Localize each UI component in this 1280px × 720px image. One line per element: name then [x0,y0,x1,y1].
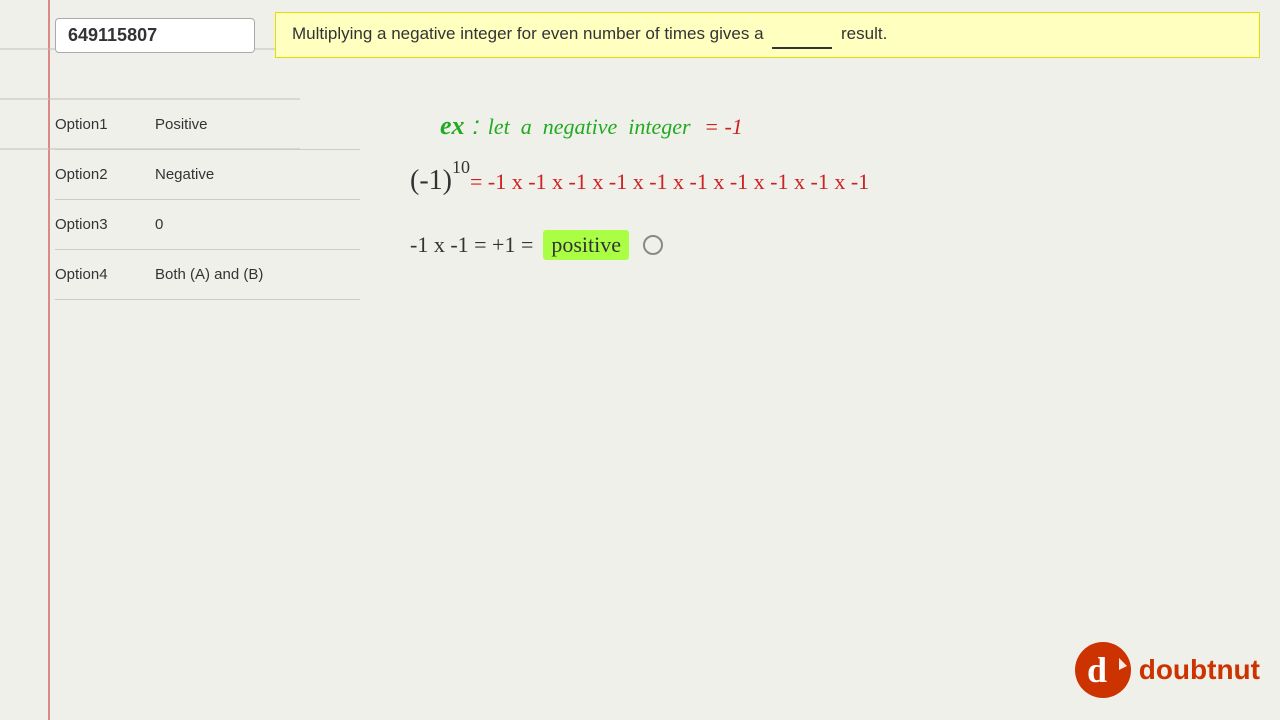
doubtnut-logo: d doubtnut [1073,640,1260,700]
colon: : [473,110,480,141]
option2-value: Negative [155,166,214,183]
doubtnut-brand-text: doubtnut [1139,654,1260,686]
line3-equation: -1 x -1 = +1 = [410,232,533,258]
option2-label: Option2 [55,166,135,183]
result-positive: positive [543,230,629,260]
question-suffix: result. [841,24,887,43]
option-row-1: Option1 Positive [55,100,360,150]
exponent-value: 10 [452,157,470,178]
doubtnut-icon: d [1073,640,1133,700]
ex-label: ex [440,111,465,141]
svg-text:d: d [1087,650,1107,690]
options-panel: Option1 Positive Option2 Negative Option… [0,80,360,720]
line1-let: let a negative integer [488,114,691,140]
option-row-4: Option4 Both (A) and (B) [55,250,360,300]
line1-equals: = -1 [699,114,743,140]
option-row-3: Option3 0 [55,200,360,250]
main-container: 649115807 Multiplying a negative integer… [0,0,1280,720]
expansion-text: = -1 x -1 x -1 x -1 x -1 x -1 x -1 x -1 … [470,169,869,195]
option4-label: Option4 [55,266,135,283]
option4-value: Both (A) and (B) [155,266,263,283]
cursor-circle [643,235,663,255]
question-text-content: Multiplying a negative integer for even … [292,24,764,43]
option1-value: Positive [155,116,208,133]
question-blank [772,21,832,49]
question-id: 649115807 [55,18,255,53]
option1-label: Option1 [55,116,135,133]
top-bar: 649115807 Multiplying a negative integer… [0,0,1280,70]
option3-value: 0 [155,216,163,233]
math-line-1: ex : let a negative integer = -1 [440,110,743,141]
content-area: Option1 Positive Option2 Negative Option… [0,70,1280,720]
option3-label: Option3 [55,216,135,233]
math-content: ex : let a negative integer = -1 (-1) 10… [380,90,1260,710]
power-expression: (-1) 10 [410,165,470,197]
math-line-2: (-1) 10 = -1 x -1 x -1 x -1 x -1 x -1 x … [410,165,869,197]
option-row-2: Option2 Negative [55,150,360,200]
math-line-3: -1 x -1 = +1 = positive [410,230,663,260]
math-panel: ex : let a negative integer = -1 (-1) 10… [360,80,1280,720]
base-value: (-1) [410,165,452,197]
question-text: Multiplying a negative integer for even … [275,12,1260,58]
